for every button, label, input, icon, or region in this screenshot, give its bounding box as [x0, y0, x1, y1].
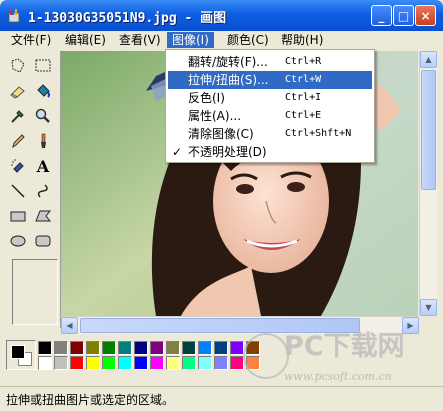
vertical-scroll-thumb[interactable]	[421, 70, 436, 190]
menu-edit[interactable]: 编辑(E)	[60, 32, 111, 48]
polygon-icon[interactable]	[32, 205, 54, 227]
color-swatch[interactable]	[70, 356, 84, 370]
color-swatch[interactable]	[246, 356, 260, 370]
menu-colors[interactable]: 颜色(C)	[222, 32, 274, 48]
scroll-left-icon[interactable]: ◀	[61, 317, 78, 334]
rectangle-icon[interactable]	[7, 205, 29, 227]
ellipse-icon[interactable]	[7, 230, 29, 252]
color-swatch[interactable]	[134, 341, 148, 355]
magnifier-icon[interactable]	[32, 105, 54, 127]
color-swatch[interactable]	[102, 356, 116, 370]
scroll-up-icon[interactable]: ▲	[420, 51, 437, 68]
menu-item-flip-rotate[interactable]: 翻转/旋转(F)... Ctrl+R	[168, 53, 372, 71]
color-swatch[interactable]	[38, 341, 52, 355]
pencil-icon[interactable]	[7, 130, 29, 152]
scroll-right-icon[interactable]: ▶	[402, 317, 419, 334]
rounded-rect-icon[interactable]	[32, 230, 54, 252]
color-swatch[interactable]	[38, 356, 52, 370]
image-menu-dropdown: 翻转/旋转(F)... Ctrl+R 拉伸/扭曲(S)... Ctrl+W 反色…	[165, 49, 375, 163]
color-swatch[interactable]	[166, 341, 180, 355]
menu-item-label: 翻转/旋转(F)...	[188, 55, 268, 69]
horizontal-scrollbar[interactable]: ◀ ▶	[61, 316, 419, 334]
color-palette	[4, 337, 439, 383]
menu-item-shortcut: Ctrl+I	[285, 92, 322, 103]
menu-item-shortcut: Ctrl+W	[285, 74, 322, 85]
horizontal-scroll-thumb[interactable]	[80, 318, 360, 333]
menu-item-label: 不透明处理(D)	[188, 145, 267, 159]
menu-item-shortcut: Ctrl+E	[285, 110, 322, 121]
color-swatch[interactable]	[198, 356, 212, 370]
menu-item-label: 反色(I)	[188, 91, 225, 105]
free-select-icon[interactable]	[7, 55, 29, 77]
window-title: 1-13030G35051N9.jpg - 画图	[28, 11, 227, 26]
paint-app-icon	[8, 8, 20, 23]
text-icon[interactable]: A	[32, 155, 54, 177]
color-swatch[interactable]	[214, 356, 228, 370]
menu-item-shortcut: Ctrl+Shft+N	[285, 128, 352, 139]
color-swatch[interactable]	[86, 341, 100, 355]
color-swatch[interactable]	[70, 341, 84, 355]
color-swatch[interactable]	[150, 341, 164, 355]
rect-select-icon[interactable]	[32, 55, 54, 77]
status-bar: 拉伸或扭曲图片或选定的区域。	[0, 386, 443, 411]
menu-item-stretch-skew[interactable]: 拉伸/扭曲(S)... Ctrl+W	[168, 71, 372, 89]
menu-view[interactable]: 查看(V)	[114, 32, 166, 48]
color-swatch[interactable]	[182, 356, 196, 370]
vertical-scrollbar[interactable]: ▲ ▼	[419, 51, 437, 316]
menu-item-shortcut: Ctrl+R	[285, 56, 322, 67]
color-swatch[interactable]	[86, 356, 100, 370]
brush-icon[interactable]	[32, 130, 54, 152]
menu-help[interactable]: 帮助(H)	[276, 32, 328, 48]
status-text: 拉伸或扭曲图片或选定的区域。	[6, 393, 175, 407]
title-bar[interactable]: 1-13030G35051N9.jpg - 画图 _ □ ×	[0, 0, 443, 31]
maximize-icon: □	[397, 8, 410, 23]
color-swatch[interactable]	[198, 341, 212, 355]
menu-item-invert-colors[interactable]: 反色(I) Ctrl+I	[168, 89, 372, 107]
color-swatch[interactable]	[102, 341, 116, 355]
menu-item-label: 属性(A)...	[188, 109, 242, 123]
fill-icon[interactable]	[32, 80, 54, 102]
color-swatch[interactable]	[54, 356, 68, 370]
menu-item-attributes[interactable]: 属性(A)... Ctrl+E	[168, 107, 372, 125]
menu-file[interactable]: 文件(F)	[6, 32, 56, 48]
menu-item-draw-opaque[interactable]: ✓ 不透明处理(D)	[168, 143, 372, 161]
airbrush-icon[interactable]	[7, 155, 29, 177]
color-swatch[interactable]	[54, 341, 68, 355]
maximize-button[interactable]: □	[393, 5, 414, 26]
eraser-icon[interactable]	[7, 80, 29, 102]
menu-image[interactable]: 图像(I)	[167, 32, 214, 48]
tool-options-box[interactable]	[12, 259, 58, 325]
color-swatch[interactable]	[214, 341, 228, 355]
line-icon[interactable]	[7, 180, 29, 202]
scroll-down-icon[interactable]: ▼	[420, 299, 437, 316]
color-swatch[interactable]	[182, 341, 196, 355]
foreground-color	[11, 345, 25, 359]
minimize-button[interactable]: _	[371, 5, 392, 26]
minimize-icon: _	[378, 8, 385, 23]
paint-window: 1-13030G35051N9.jpg - 画图 _ □ × 文件(F) 编辑(…	[0, 0, 443, 411]
menu-item-clear-image[interactable]: 清除图像(C) Ctrl+Shft+N	[168, 125, 372, 143]
color-swatch[interactable]	[118, 341, 132, 355]
checkmark-icon: ✓	[172, 145, 183, 159]
menu-item-label: 拉伸/扭曲(S)...	[188, 73, 269, 87]
color-swatch[interactable]	[118, 356, 132, 370]
color-swatch[interactable]	[134, 356, 148, 370]
curve-icon[interactable]	[32, 180, 54, 202]
color-swatch[interactable]	[246, 341, 260, 355]
color-swatch[interactable]	[150, 356, 164, 370]
current-colors[interactable]	[6, 340, 36, 370]
menu-bar: 文件(F) 编辑(E) 查看(V) 图像(I) 颜色(C) 帮助(H)	[4, 31, 439, 49]
menu-item-label: 清除图像(C)	[188, 127, 254, 141]
close-icon: ×	[420, 8, 431, 23]
color-swatch[interactable]	[166, 356, 180, 370]
toolbox: A	[4, 51, 61, 328]
color-swatch[interactable]	[230, 356, 244, 370]
color-swatch[interactable]	[230, 341, 244, 355]
color-picker-icon[interactable]	[7, 105, 29, 127]
close-button[interactable]: ×	[415, 5, 436, 26]
